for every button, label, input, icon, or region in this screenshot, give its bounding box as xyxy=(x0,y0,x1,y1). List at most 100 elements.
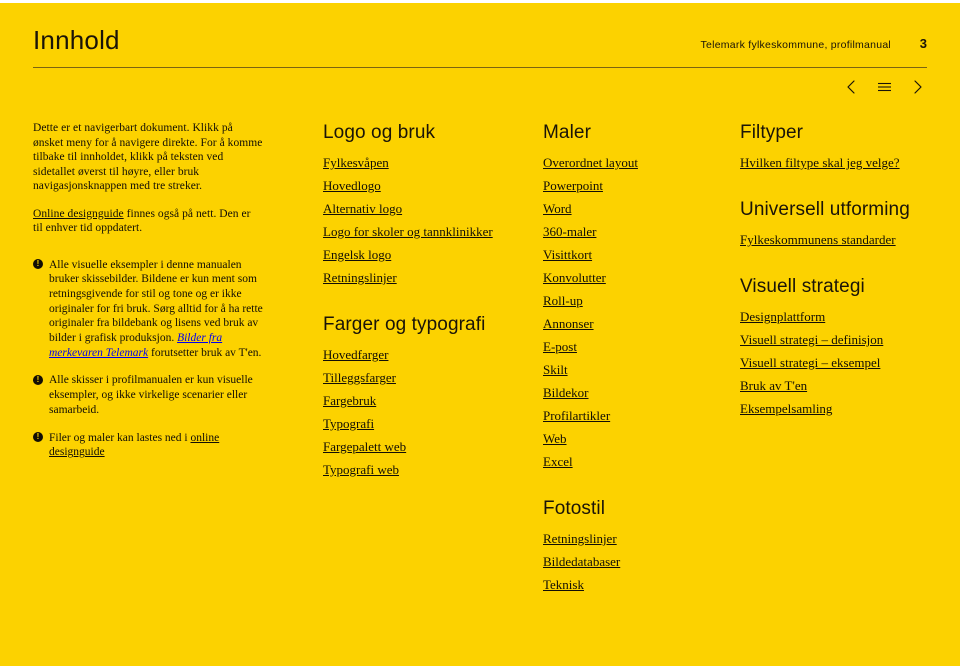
list-item: Tilleggsfarger xyxy=(323,368,523,387)
list-item: Logo for skoler og tannklinikker xyxy=(323,222,523,241)
list-item: Skilt xyxy=(543,360,723,379)
link-skilt[interactable]: Skilt xyxy=(543,360,568,379)
document-title[interactable]: Telemark fylkeskommune, profilmanual xyxy=(701,39,891,51)
link-list-fotostil: Retningslinjer Bildedatabaser Teknisk xyxy=(543,529,723,594)
link-hovedfarger[interactable]: Hovedfarger xyxy=(323,345,388,364)
note-item: ! Filer og maler kan lastes ned i online … xyxy=(33,431,263,460)
link-360-maler[interactable]: 360-maler xyxy=(543,222,596,241)
list-item: Eksempelsamling xyxy=(740,399,940,418)
column-intro: Dette er et navigerbart dokument. Klikk … xyxy=(33,121,263,473)
hamburger-menu-icon[interactable] xyxy=(874,77,894,97)
list-item: Konvolutter xyxy=(543,268,723,287)
list-item: Teknisk xyxy=(543,575,723,594)
list-item: Typografi web xyxy=(323,460,523,479)
list-item: E-post xyxy=(543,337,723,356)
link-konvolutter[interactable]: Konvolutter xyxy=(543,268,606,287)
info-badge-icon: ! xyxy=(33,432,43,443)
page-canvas: Innhold Telemark fylkeskommune, profilma… xyxy=(0,3,960,666)
link-fargepalett-web[interactable]: Fargepalett web xyxy=(323,437,406,456)
link-roll-up[interactable]: Roll-up xyxy=(543,291,583,310)
list-item: Retningslinjer xyxy=(323,268,523,287)
note-text: Alle skisser i profilmanualen er kun vis… xyxy=(49,374,253,416)
page-title: Innhold xyxy=(33,25,120,55)
section-heading-logo-og-bruk: Logo og bruk xyxy=(323,122,436,143)
list-item: Visuell strategi – eksempel xyxy=(740,353,940,372)
link-hovedlogo[interactable]: Hovedlogo xyxy=(323,176,381,195)
section-heading-fotostil: Fotostil xyxy=(543,498,606,519)
section-heading-filtyper: Filtyper xyxy=(740,122,804,143)
list-item: Hvilken filtype skal jeg velge? xyxy=(740,153,940,172)
list-item: Excel xyxy=(543,452,723,471)
link-hvilken-filtype[interactable]: Hvilken filtype skal jeg velge? xyxy=(740,153,900,172)
page-header: Innhold Telemark fylkeskommune, profilma… xyxy=(33,25,927,70)
link-logo-skoler-tannklinikker[interactable]: Logo for skoler og tannklinikker xyxy=(323,222,493,241)
link-profilartikler[interactable]: Profilartikler xyxy=(543,406,610,425)
link-fylkeskommunens-standarder[interactable]: Fylkeskommunens standarder xyxy=(740,230,896,249)
list-item: Web xyxy=(543,429,723,448)
section-heading-visuell-strategi: Visuell strategi xyxy=(740,276,865,297)
chevron-right-icon[interactable] xyxy=(907,77,927,97)
intro-paragraph-1: Dette er et navigerbart dokument. Klikk … xyxy=(33,122,263,192)
page-number: 3 xyxy=(919,36,927,51)
content-columns: Dette er et navigerbart dokument. Klikk … xyxy=(0,121,960,641)
list-item: Designplattform xyxy=(740,307,940,326)
link-overordnet-layout[interactable]: Overordnet layout xyxy=(543,153,638,172)
list-item: Visittkort xyxy=(543,245,723,264)
link-typografi[interactable]: Typografi xyxy=(323,414,374,433)
link-retningslinjer-fotostil[interactable]: Retningslinjer xyxy=(543,529,617,548)
link-fylkesvapen[interactable]: Fylkesvåpen xyxy=(323,153,389,172)
link-bildedatabaser[interactable]: Bildedatabaser xyxy=(543,552,620,571)
note-item: ! Alle skisser i profilmanualen er kun vi… xyxy=(33,373,263,417)
link-list-farger-og-typografi: Hovedfarger Tilleggsfarger Fargebruk Typ… xyxy=(323,345,523,479)
link-bildekor[interactable]: Bildekor xyxy=(543,383,589,402)
link-excel[interactable]: Excel xyxy=(543,452,573,471)
list-item: Hovedfarger xyxy=(323,345,523,364)
link-bruk-av-ten[interactable]: Bruk av T'en xyxy=(740,376,807,395)
link-typografi-web[interactable]: Typografi web xyxy=(323,460,399,479)
link-alternativ-logo[interactable]: Alternativ logo xyxy=(323,199,402,218)
link-visuell-strategi-definisjon[interactable]: Visuell strategi – definisjon xyxy=(740,330,883,349)
chevron-left-icon[interactable] xyxy=(841,77,861,97)
link-tilleggsfarger[interactable]: Tilleggsfarger xyxy=(323,368,396,387)
list-item: Fargepalett web xyxy=(323,437,523,456)
link-designplattform[interactable]: Designplattform xyxy=(740,307,825,326)
link-word[interactable]: Word xyxy=(543,199,572,218)
column-logo-farger: Logo og bruk Fylkesvåpen Hovedlogo Alter… xyxy=(323,121,523,483)
link-e-post[interactable]: E-post xyxy=(543,337,577,356)
list-item: Annonser xyxy=(543,314,723,333)
list-item: Retningslinjer xyxy=(543,529,723,548)
info-badge-icon: ! xyxy=(33,259,43,269)
list-item: Overordnet layout xyxy=(543,153,723,172)
note-text: Filer og maler kan lastes ned i xyxy=(49,431,191,444)
link-powerpoint[interactable]: Powerpoint xyxy=(543,176,603,195)
link-annonser[interactable]: Annonser xyxy=(543,314,594,333)
section-heading-maler: Maler xyxy=(543,122,592,143)
link-teknisk[interactable]: Teknisk xyxy=(543,575,584,594)
link-list-visuell-strategi: Designplattform Visuell strategi – defin… xyxy=(740,307,940,418)
list-item: Fylkeskommunens standarder xyxy=(740,230,940,249)
list-item: Fargebruk xyxy=(323,391,523,410)
navigation-bar xyxy=(841,77,927,97)
list-item: Roll-up xyxy=(543,291,723,310)
link-engelsk-logo[interactable]: Engelsk logo xyxy=(323,245,391,264)
link-visittkort[interactable]: Visittkort xyxy=(543,245,592,264)
list-item: Bruk av T'en xyxy=(740,376,940,395)
info-badge-icon: ! xyxy=(33,374,43,385)
list-item: 360-maler xyxy=(543,222,723,241)
link-fargebruk[interactable]: Fargebruk xyxy=(323,391,376,410)
list-item: Typografi xyxy=(323,414,523,433)
list-item: Bildedatabaser xyxy=(543,552,723,571)
online-designguide-link[interactable]: Online designguide xyxy=(33,208,124,220)
list-item: Hovedlogo xyxy=(323,176,523,195)
link-web[interactable]: Web xyxy=(543,429,567,448)
list-item: Bildekor xyxy=(543,383,723,402)
link-eksempelsamling[interactable]: Eksempelsamling xyxy=(740,399,832,418)
link-visuell-strategi-eksempel[interactable]: Visuell strategi – eksempel xyxy=(740,353,880,372)
link-list-maler: Overordnet layout Powerpoint Word 360-ma… xyxy=(543,153,723,471)
column-filtyper-strategi: Filtyper Hvilken filtype skal jeg velge?… xyxy=(740,121,940,422)
list-item: Alternativ logo xyxy=(323,199,523,218)
link-list-universell-utforming: Fylkeskommunens standarder xyxy=(740,230,940,249)
list-item: Word xyxy=(543,199,723,218)
header-meta: Telemark fylkeskommune, profilmanual 3 xyxy=(701,36,927,51)
link-retningslinjer-logo[interactable]: Retningslinjer xyxy=(323,268,397,287)
